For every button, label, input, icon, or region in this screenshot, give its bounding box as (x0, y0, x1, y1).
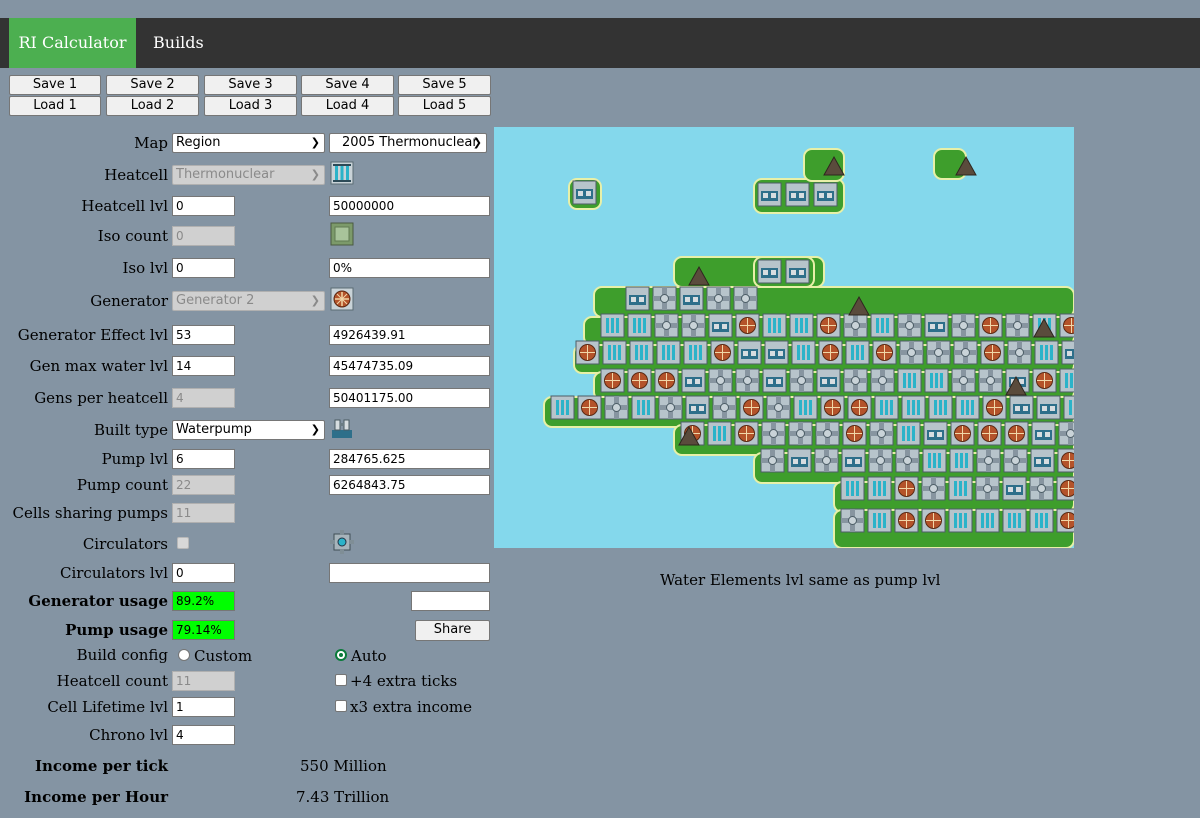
share-button[interactable]: Share (415, 620, 490, 641)
built-type-label: Built type (93, 421, 168, 439)
extra-ticks-checkbox[interactable] (335, 674, 347, 686)
map-canvas (543, 148, 1074, 548)
gens-per-cell-input[interactable]: 4 (172, 388, 235, 408)
gens-per-cell-result[interactable]: 50401175.00 (329, 388, 490, 408)
pump-count-input[interactable]: 22 (172, 475, 235, 495)
pump-lvl-input[interactable]: 6 (172, 449, 235, 469)
generator-icon (330, 287, 354, 311)
build-config-custom-radio[interactable] (178, 649, 190, 661)
load-5-button[interactable]: Load 5 (398, 96, 491, 116)
extra-income-label: x3 extra income (350, 698, 473, 716)
heatcell-count-label: Heatcell count (56, 672, 168, 690)
gen-water-input[interactable]: 14 (172, 356, 235, 376)
chrono-input[interactable]: 4 (172, 725, 235, 745)
heatcell-lvl-label: Heatcell lvl (81, 197, 168, 215)
extra-income-checkbox[interactable] (335, 700, 347, 712)
generator-select[interactable]: Generator 2 ❯ (172, 291, 325, 311)
cell-lifetime-label: Cell Lifetime lvl (47, 698, 168, 716)
chevron-down-icon: ❯ (472, 136, 482, 149)
isolator-icon (330, 222, 354, 246)
chevron-down-icon: ❯ (310, 136, 320, 149)
chevron-down-icon: ❯ (310, 294, 320, 307)
top-strip (0, 0, 1200, 18)
pump-lvl-label: Pump lvl (101, 450, 168, 468)
income-hour-value: 7.43 Trillion (296, 788, 390, 806)
heatcell-lvl-input[interactable]: 0 (172, 196, 235, 216)
circulators-checkbox[interactable] (177, 537, 189, 549)
pump-count-label: Pump count (76, 476, 168, 494)
pump-usage-label: Pump usage (65, 621, 168, 639)
iso-lvl-input[interactable]: 0 (172, 258, 235, 278)
load-2-button[interactable]: Load 2 (106, 96, 199, 116)
gen-usage-value: 89.2% (172, 591, 235, 611)
chevron-down-icon: ❯ (310, 168, 320, 181)
heatcell-lvl-result[interactable]: 50000000 (329, 196, 490, 216)
iso-lvl-label: Iso lvl (122, 259, 169, 277)
generator-label: Generator (90, 292, 168, 310)
cells-sharing-input[interactable]: 11 (172, 503, 235, 523)
load-1-button[interactable]: Load 1 (9, 96, 101, 116)
pump-usage-value: 79.14% (172, 620, 235, 640)
load-4-button[interactable]: Load 4 (301, 96, 394, 116)
gen-water-result[interactable]: 45474735.09 (329, 356, 490, 376)
map-view[interactable] (494, 127, 1074, 548)
iso-count-label: Iso count (97, 227, 168, 245)
income-hour-label: Income per Hour (24, 788, 168, 806)
gen-effect-label: Generator Effect lvl (17, 326, 168, 344)
save-2-button[interactable]: Save 2 (106, 75, 199, 95)
heatcell-label: Heatcell (104, 166, 168, 184)
pump-lvl-result[interactable]: 284765.625 (329, 449, 490, 469)
gen-effect-input[interactable]: 53 (172, 325, 235, 345)
map-preset-value: 2005 Thermonuclear (342, 135, 478, 150)
heatcell-select[interactable]: Thermonuclear ❯ (172, 165, 325, 185)
load-3-button[interactable]: Load 3 (204, 96, 297, 116)
save-5-button[interactable]: Save 5 (398, 75, 491, 95)
build-config-auto-radio[interactable] (335, 649, 347, 661)
map-preset-select[interactable]: 2005 Thermonuclear ❯ (329, 133, 487, 153)
income-tick-value: 550 Million (300, 757, 387, 775)
chevron-down-icon: ❯ (310, 423, 320, 436)
circulator-icon (330, 530, 354, 554)
save-3-button[interactable]: Save 3 (204, 75, 297, 95)
extra-ticks-label: +4 extra ticks (350, 672, 458, 690)
build-config-custom-label: Custom (194, 647, 253, 665)
waterpump-icon (330, 416, 354, 440)
save-4-button[interactable]: Save 4 (301, 75, 394, 95)
map-type-value: Region (176, 135, 221, 150)
heatcell-count-input[interactable]: 11 (172, 671, 235, 691)
iso-lvl-result[interactable]: 0% (329, 258, 490, 278)
build-config-label: Build config (76, 646, 168, 664)
circ-lvl-result[interactable] (329, 563, 490, 583)
nav-calculator[interactable]: RI Calculator (9, 18, 136, 68)
chrono-label: Chrono lvl (89, 726, 168, 744)
pump-count-result[interactable]: 6264843.75 (329, 475, 490, 495)
circ-lvl-label: Circulators lvl (59, 564, 168, 582)
map-label: Map (134, 134, 168, 152)
circulators-label: Circulators (82, 535, 168, 553)
build-config-auto-label: Auto (351, 647, 387, 665)
built-type-select[interactable]: Waterpump ❯ (172, 420, 325, 440)
gen-usage-label: Generator usage (28, 592, 168, 610)
map-type-select[interactable]: Region ❯ (172, 133, 325, 153)
gen-effect-result[interactable]: 4926439.91 (329, 325, 490, 345)
share-url-field[interactable] (411, 591, 490, 611)
cells-sharing-label: Cells sharing pumps (12, 504, 168, 522)
heatcell-value: Thermonuclear (176, 167, 275, 182)
save-1-button[interactable]: Save 1 (9, 75, 101, 95)
gen-water-label: Gen max water lvl (29, 357, 168, 375)
water-elements-note: Water Elements lvl same as pump lvl (660, 571, 941, 589)
generator-value: Generator 2 (176, 293, 255, 308)
heatcell-icon (330, 161, 354, 185)
cell-lifetime-input[interactable]: 1 (172, 697, 235, 717)
income-tick-label: Income per tick (34, 757, 168, 775)
iso-count-input[interactable]: 0 (172, 226, 235, 246)
circ-lvl-input[interactable]: 0 (172, 563, 235, 583)
gens-per-cell-label: Gens per heatcell (34, 389, 168, 407)
nav-builds[interactable]: Builds (153, 18, 204, 68)
navbar: RI Calculator Builds (0, 18, 1200, 68)
built-type-value: Waterpump (176, 422, 252, 437)
